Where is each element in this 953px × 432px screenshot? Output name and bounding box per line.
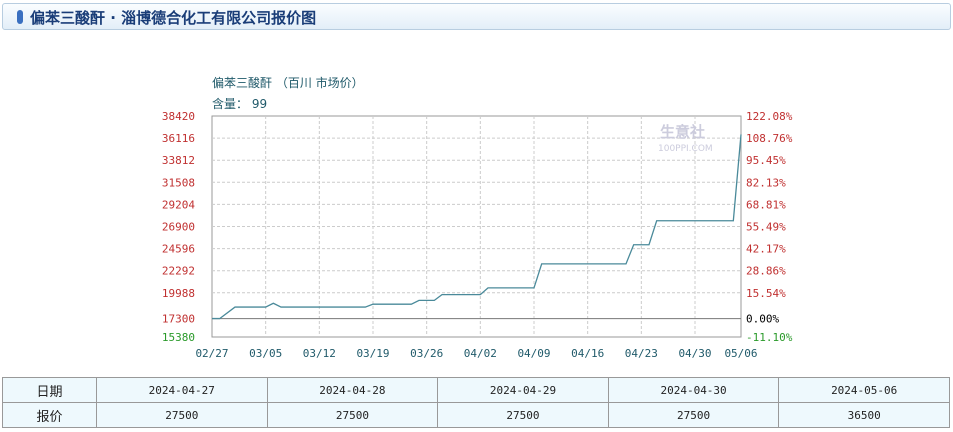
y-tick-label: 29204 — [162, 198, 195, 211]
y-tick-label-right: 95.45% — [746, 154, 786, 167]
watermark-logo: 生意社 — [660, 123, 705, 141]
price-table: 日期 2024-04-27 2024-04-28 2024-04-29 2024… — [2, 377, 950, 428]
y-tick-label: 19988 — [162, 287, 195, 300]
y-tick-label-right: 42.17% — [746, 243, 786, 256]
x-tick-label: 03/26 — [410, 347, 443, 360]
x-tick-label: 04/09 — [517, 347, 550, 360]
y-tick-label-right: 122.08% — [746, 110, 793, 123]
y-tick-label-right: 28.86% — [746, 265, 786, 278]
y-tick-label: 15380 — [162, 331, 195, 344]
x-tick-label: 04/02 — [464, 347, 497, 360]
table-row-dates: 日期 2024-04-27 2024-04-28 2024-04-29 2024… — [2, 377, 950, 403]
y-tick-label-right: 55.49% — [746, 221, 786, 234]
table-row-prices: 报价 27500 27500 27500 27500 36500 — [2, 402, 950, 428]
table-cell: 27500 — [437, 402, 609, 428]
table-cell: 27500 — [266, 402, 439, 428]
y-tick-label: 36116 — [162, 132, 195, 145]
y-tick-label: 22292 — [162, 265, 195, 278]
table-cell: 2024-05-06 — [778, 377, 950, 403]
x-tick-label: 02/27 — [195, 347, 228, 360]
x-tick-label: 04/30 — [678, 347, 711, 360]
y-tick-label: 33812 — [162, 154, 195, 167]
price-chart: 02/27 03/05 03/12 03/19 03/26 04/02 04/09 04/16… — [162, 110, 793, 360]
y-tick-label-right: 0.00% — [746, 313, 779, 326]
y-tick-label-right: 68.81% — [746, 198, 786, 211]
y-tick-label-right: -11.10% — [746, 331, 793, 344]
y-tick-label: 17300 — [162, 313, 195, 326]
table-cell: 2024-04-29 — [437, 377, 609, 403]
y-tick-label-right: 15.54% — [746, 287, 786, 300]
table-cell: 2024-04-28 — [266, 377, 439, 403]
table-cell: 2024-04-27 — [96, 377, 268, 403]
x-tick-label: 03/05 — [249, 347, 282, 360]
y-tick-label-right: 108.76% — [746, 132, 793, 145]
y-tick-label: 31508 — [162, 176, 195, 189]
row-label: 日期 — [2, 377, 97, 403]
x-tick-label: 03/19 — [356, 347, 389, 360]
watermark-url: 100PPI.COM — [658, 144, 713, 154]
table-cell: 27500 — [607, 402, 780, 428]
y-tick-label: 24596 — [162, 243, 195, 256]
x-tick-label: 03/12 — [303, 347, 336, 360]
table-cell: 2024-04-30 — [607, 377, 780, 403]
y-tick-label: 26900 — [162, 221, 195, 234]
table-cell: 36500 — [778, 402, 950, 428]
table-cell: 27500 — [96, 402, 268, 428]
row-label: 报价 — [2, 402, 97, 428]
x-tick-label: 04/16 — [571, 347, 604, 360]
x-tick-label: 05/06 — [724, 347, 757, 360]
y-tick-label: 38420 — [162, 110, 195, 123]
x-tick-label: 04/23 — [625, 347, 658, 360]
y-tick-label-right: 82.13% — [746, 176, 786, 189]
